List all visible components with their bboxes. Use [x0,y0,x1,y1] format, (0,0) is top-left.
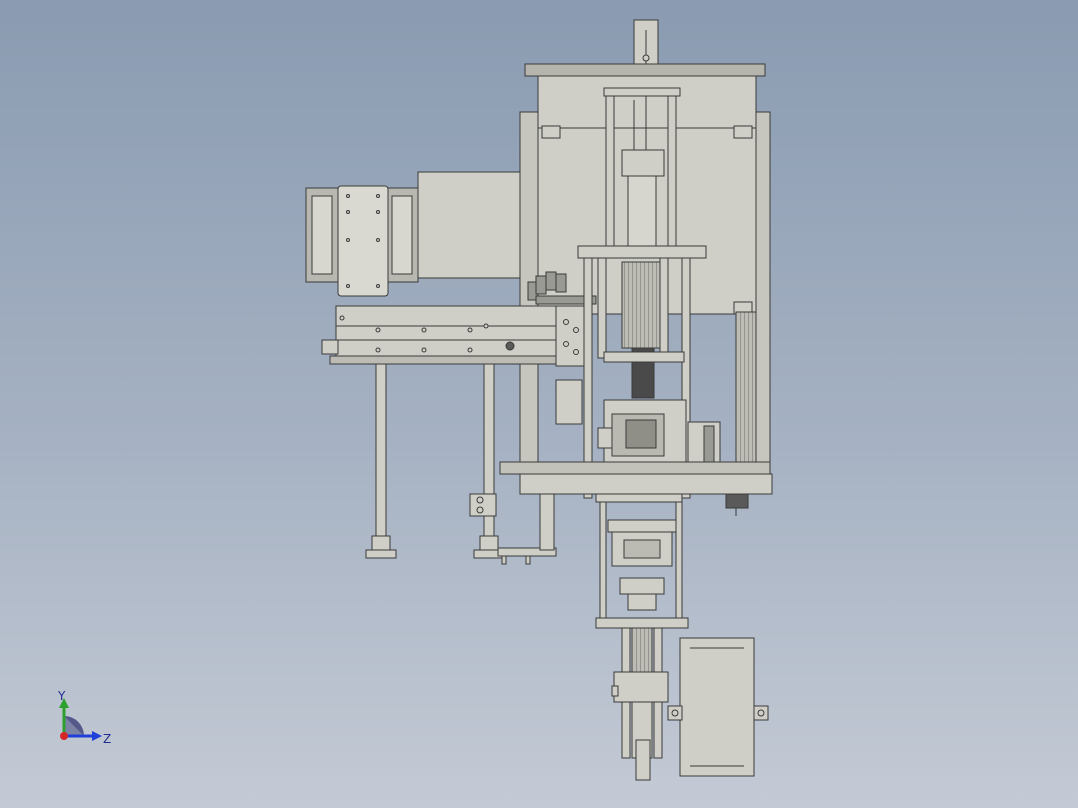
control-box [417,171,521,279]
y-axis-label: Y [58,689,66,703]
horizontal-linear-module [321,305,585,425]
z-axis-label: Z [103,732,112,746]
electrical-box [667,637,769,777]
z-axis-arrow [92,731,102,741]
gripper-head [597,399,721,471]
lower-frame [595,501,689,629]
servo-motor [305,185,419,297]
support-leg-right [473,363,505,559]
right-linear-slide [735,311,757,471]
bottom-actuator [611,627,669,781]
machine-assembly-model[interactable] [0,0,1078,808]
graphics-viewport[interactable]: Y Z [0,0,1078,808]
origin-marker [60,732,68,740]
right-side-post [755,111,771,485]
top-rail [524,63,766,77]
support-leg-left [365,363,397,559]
